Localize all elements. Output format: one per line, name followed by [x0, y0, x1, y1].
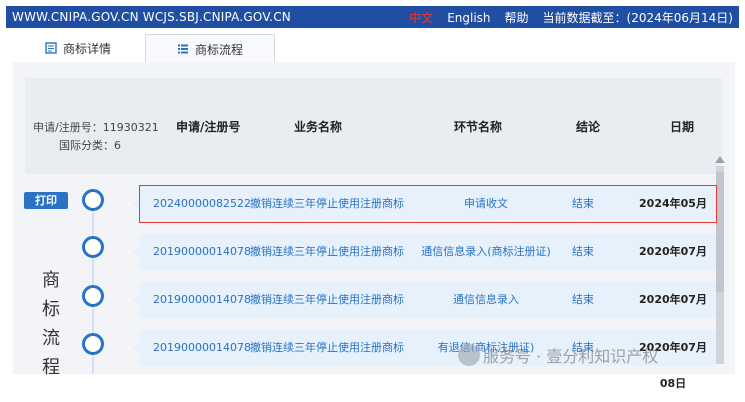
lang-chinese-link[interactable]: 中文 [409, 9, 433, 26]
tab-trademark-details[interactable]: 商标详情 [45, 34, 111, 62]
cell-step[interactable]: 申请收文 [414, 186, 558, 222]
cell-business[interactable]: 撤销连续三年停止使用注册商标 [250, 186, 404, 222]
row-pointer [132, 198, 140, 210]
scrollbar-thumb[interactable] [716, 172, 724, 292]
timeline-node [82, 333, 104, 355]
header-date: 日期 [670, 120, 695, 134]
header-step: 环节名称 [454, 120, 503, 134]
row-pointer [132, 342, 140, 354]
cell-reg-no[interactable]: 20190000014078 [153, 234, 251, 270]
cell-business[interactable]: 撤销连续三年停止使用注册商标 [250, 330, 404, 366]
timeline-node [82, 236, 104, 258]
table-row[interactable]: 20190000014078 撤销连续三年停止使用注册商标 通信信息录入 结束 … [140, 282, 716, 342]
tab-label: 商标流程 [194, 42, 243, 57]
tab-trademark-process[interactable]: 商标流程 [145, 34, 275, 63]
data-as-of-text: 当前数据截至：(2024年06月14日) [542, 11, 733, 25]
side-title: 商 标 流 程 [42, 266, 60, 382]
header-reg-no: 申请/注册号 [176, 120, 241, 134]
cell-step[interactable]: 通信信息录入 [414, 282, 558, 318]
timeline-node [82, 285, 104, 307]
help-link[interactable]: 帮助 [505, 9, 529, 26]
cell-result[interactable]: 结束 [572, 234, 594, 270]
lang-english-link[interactable]: English [447, 11, 490, 25]
table-header: 申请/注册号 业务名称 环节名称 结论 日期 [162, 78, 722, 174]
side-title-char: 程 [42, 357, 60, 378]
cell-result[interactable]: 结束 [572, 282, 594, 318]
cell-reg-no[interactable]: 20240000082522 [153, 186, 251, 222]
site-url: WWW.CNIPA.GOV.CN WCJS.SBJ.CNIPA.GOV.CN [12, 10, 291, 24]
scrollbar[interactable] [715, 156, 725, 364]
cell-date: 2020年07月08日 [639, 245, 707, 294]
tab-label: 商标详情 [63, 41, 112, 56]
summary-card: 申请/注册号：11930321 国际分类：6 [25, 78, 165, 174]
scroll-up-icon[interactable] [715, 156, 725, 163]
top-bar: WWW.CNIPA.GOV.CN WCJS.SBJ.CNIPA.GOV.CN 中… [6, 6, 739, 28]
app-window: WWW.CNIPA.GOV.CN WCJS.SBJ.CNIPA.GOV.CN 中… [0, 0, 745, 390]
tab-bar: 商标详情 商标流程 [13, 34, 735, 63]
header-result: 结论 [576, 120, 601, 134]
timeline-node [82, 189, 104, 211]
cell-step[interactable]: 通信信息录入(商标注册证) [414, 234, 558, 270]
side-title-char: 商 [42, 270, 60, 291]
international-class: 国际分类：6 [59, 139, 121, 152]
wechat-icon [458, 344, 480, 366]
top-bar-right: 中文 English 帮助 当前数据截至：(2024年06月14日) [409, 9, 733, 26]
document-icon [45, 42, 57, 54]
table-row[interactable]: 20240000082522 撤销连续三年停止使用注册商标 申请收文 结束 20… [139, 185, 717, 246]
table-row[interactable]: 20190000014078 撤销连续三年停止使用注册商标 通信信息录入(商标注… [140, 234, 716, 294]
side-title-char: 标 [42, 299, 60, 320]
row-pointer [132, 294, 140, 306]
cell-business[interactable]: 撤销连续三年停止使用注册商标 [250, 282, 404, 318]
header-business: 业务名称 [294, 120, 343, 134]
side-title-char: 流 [42, 328, 60, 349]
cell-business[interactable]: 撤销连续三年停止使用注册商标 [250, 234, 404, 270]
watermark: 服务号 · 壹分利知识产权 [483, 347, 659, 366]
cell-date: 2020年07月08日 [639, 293, 707, 342]
row-pointer [132, 246, 140, 258]
cell-date: 2024年05月16日 [639, 197, 707, 246]
print-button[interactable]: 打印 [24, 192, 68, 209]
cell-reg-no[interactable]: 20190000014078 [153, 330, 251, 366]
list-icon [177, 43, 189, 55]
cell-reg-no[interactable]: 20190000014078 [153, 282, 251, 318]
cell-result[interactable]: 结束 [572, 186, 594, 222]
registration-number: 申请/注册号：11930321 [33, 121, 159, 134]
